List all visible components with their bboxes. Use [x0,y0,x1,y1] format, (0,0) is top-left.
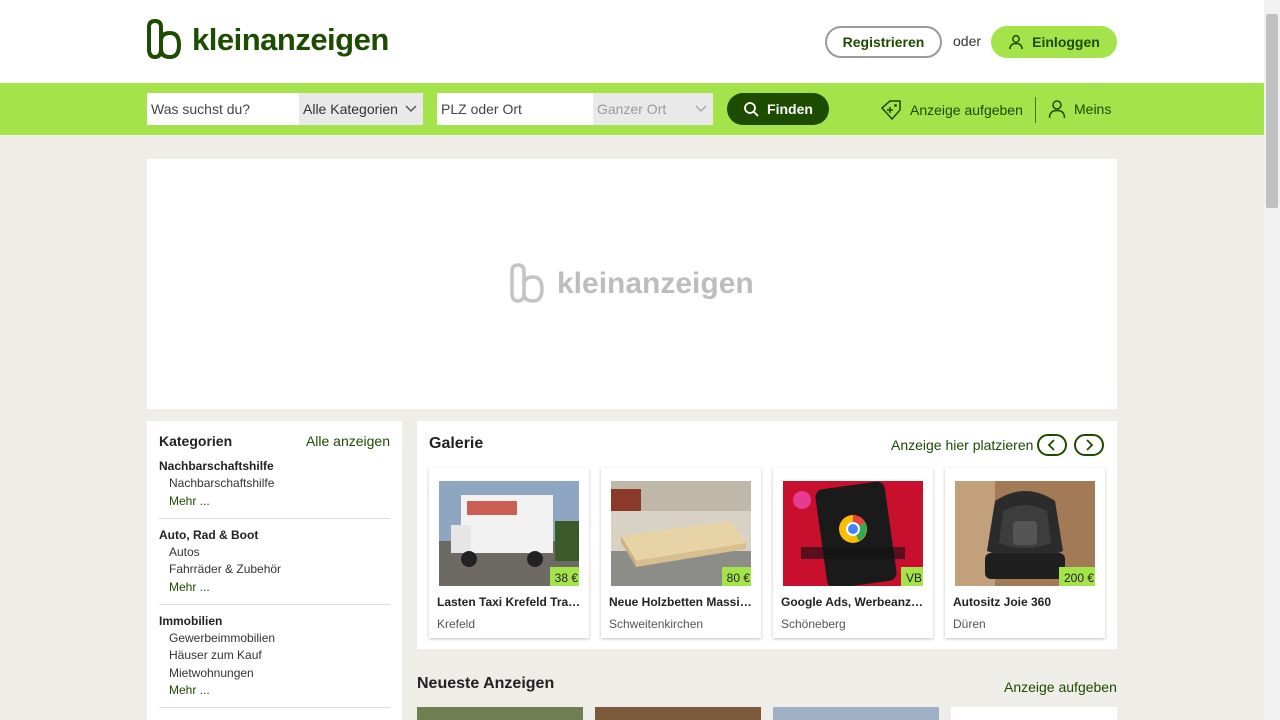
radius-select[interactable]: Ganzer Ort [593,93,713,125]
subcategory-link[interactable]: Fahrräder & Zubehör [159,561,390,579]
category-sidebar: Kategorien Alle anzeigen Nachbarschaftsh… [147,421,402,720]
gallery-card[interactable]: VB Google Ads, Werbeanzeigen Schöneberg [773,468,933,638]
listing-image: 38 € [439,481,579,586]
site-logo[interactable]: kleinanzeigen [146,19,389,61]
more-link[interactable]: Mehr ... [159,493,390,510]
category-link[interactable]: Auto, Rad & Boot [159,528,390,542]
listing-image: 80 € [611,481,751,586]
subcategory-link[interactable]: Häuser zum Kauf [159,647,390,665]
newest-thumbnail[interactable] [595,707,761,720]
location-input[interactable]: PLZ oder Ort [437,93,593,125]
logo-icon [147,19,182,60]
more-link[interactable]: Mehr ... [159,579,390,596]
gallery-title: Galerie [429,435,484,452]
post-ad-link-secondary[interactable]: Anzeige aufgeben [1004,679,1117,695]
subcategory-link[interactable]: Gewerbeimmobilien [159,630,390,648]
sidebar-title: Kategorien [159,433,233,449]
category-group: Immobilien Gewerbeimmobilien Häuser zum … [159,614,390,708]
price-badge: 80 € [721,567,751,586]
user-icon [1009,35,1023,50]
more-link[interactable]: Mehr ... [159,682,390,699]
gallery-prev-button[interactable] [1037,434,1067,456]
top-header: kleinanzeigen Registrieren oder Einlogge… [0,0,1264,83]
gallery-card[interactable]: 38 € Lasten Taxi Krefeld Transporter Kre… [429,468,589,638]
newest-thumbnail[interactable] [951,707,1117,720]
search-bar: Was suchst du? Alle Kategorien PLZ oder … [0,83,1264,135]
chevron-right-icon [1086,439,1094,451]
listing-image: 200 € [955,481,1095,586]
price-badge: 200 € [1058,567,1095,586]
listing-location: Schöneberg [781,617,846,631]
tag-plus-icon [880,100,901,121]
page-scrollbar[interactable] [1264,0,1280,720]
category-select[interactable]: Alle Kategorien [299,93,423,125]
listing-title: Lasten Taxi Krefeld Transporter [437,595,583,609]
register-button[interactable]: Registrieren [825,26,942,58]
category-value: Alle Kategorien [303,101,398,117]
gallery-card[interactable]: 80 € Neue Holzbetten Massivholz Schweite… [601,468,761,638]
show-all-link[interactable]: Alle anzeigen [306,433,390,449]
price-badge: VB [900,567,923,586]
ad-banner: kleinanzeigen [147,159,1117,409]
gallery-next-button[interactable] [1074,434,1104,456]
radius-value: Ganzer Ort [597,101,667,117]
login-label: Einloggen [1032,34,1100,50]
category-link[interactable]: Immobilien [159,614,390,628]
gallery-section: Galerie Anzeige hier platzieren 38 € Las… [417,421,1117,649]
banner-logo-text: kleinanzeigen [557,267,754,300]
post-ad-link[interactable]: Anzeige aufgeben [880,99,1023,121]
logo-text: kleinanzeigen [192,22,389,57]
newest-title: Neueste Anzeigen [417,675,555,692]
subcategory-link[interactable]: Mietwohnungen [159,665,390,683]
chevron-down-icon [405,105,417,113]
login-button[interactable]: Einloggen [991,26,1117,58]
user-icon [1048,100,1066,119]
gallery-card[interactable]: 200 € Autositz Joie 360 Düren [945,468,1105,638]
category-group: Auto, Rad & Boot Autos Fahrräder & Zubeh… [159,528,390,605]
my-label: Meins [1074,101,1112,117]
scrollbar-thumb[interactable] [1266,14,1278,208]
listing-location: Düren [953,617,986,631]
newest-thumbnail[interactable] [773,707,939,720]
logo-icon [510,263,544,303]
listing-location: Schweitenkirchen [609,617,704,631]
listing-title: Autositz Joie 360 [953,595,1052,609]
chevron-down-icon [695,105,707,113]
or-text: oder [953,33,982,49]
listing-image: VB [783,481,923,586]
post-ad-label: Anzeige aufgeben [910,102,1023,118]
price-badge: 38 € [549,567,579,586]
listing-title: Neue Holzbetten Massivholz [609,595,755,609]
listing-location: Krefeld [437,617,476,631]
banner-logo: kleinanzeigen [509,263,754,305]
category-link[interactable]: Nachbarschaftshilfe [159,459,390,473]
search-icon [744,102,759,117]
listing-title: Google Ads, Werbeanzeigen [781,595,927,609]
place-ad-link[interactable]: Anzeige hier platzieren [891,437,1033,453]
subcategory-link[interactable]: Autos [159,544,390,562]
my-account-link[interactable]: Meins [1048,99,1111,119]
category-group: Nachbarschaftshilfe Nachbarschaftshilfe … [159,459,390,519]
newest-thumbnail[interactable] [417,707,583,720]
nav-divider [1035,97,1036,123]
find-button[interactable]: Finden [727,93,829,125]
find-label: Finden [767,101,813,117]
search-input[interactable]: Was suchst du? [147,93,299,125]
subcategory-link[interactable]: Nachbarschaftshilfe [159,475,390,493]
chevron-left-icon [1047,439,1055,451]
